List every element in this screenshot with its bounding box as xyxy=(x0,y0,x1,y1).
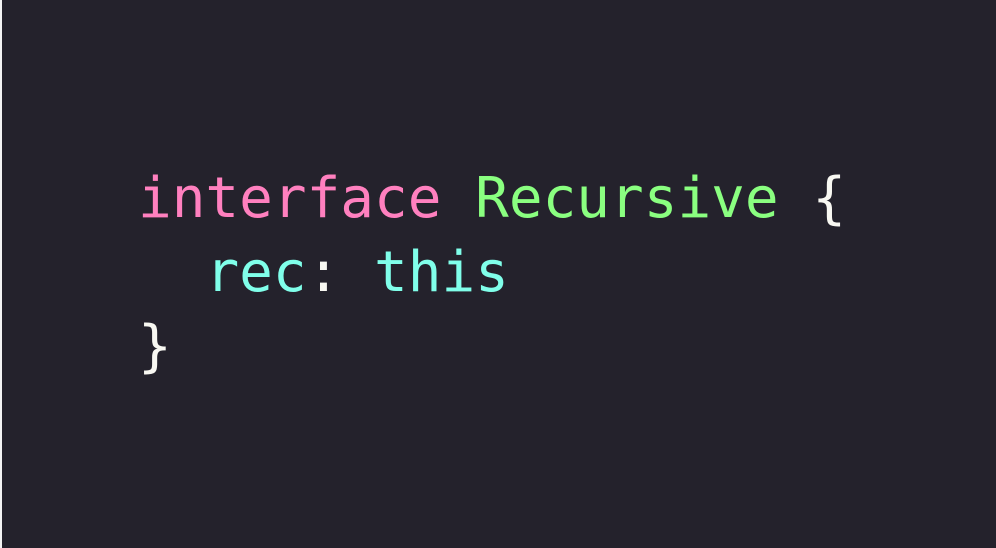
property-name: rec xyxy=(205,240,307,305)
close-brace: } xyxy=(138,314,172,379)
open-brace: { xyxy=(812,166,847,231)
code-line-3: } xyxy=(138,310,846,384)
keyword-interface: interface xyxy=(138,166,442,231)
code-snippet-panel: interface Recursive { rec: this} xyxy=(2,0,996,548)
type-name: Recursive xyxy=(475,166,779,231)
code-line-1: interface Recursive { xyxy=(138,162,846,236)
code-line-2: rec: this xyxy=(138,236,846,310)
code-block: interface Recursive { rec: this} xyxy=(138,162,846,384)
type-reference: this xyxy=(374,240,509,305)
colon: : xyxy=(306,240,341,305)
